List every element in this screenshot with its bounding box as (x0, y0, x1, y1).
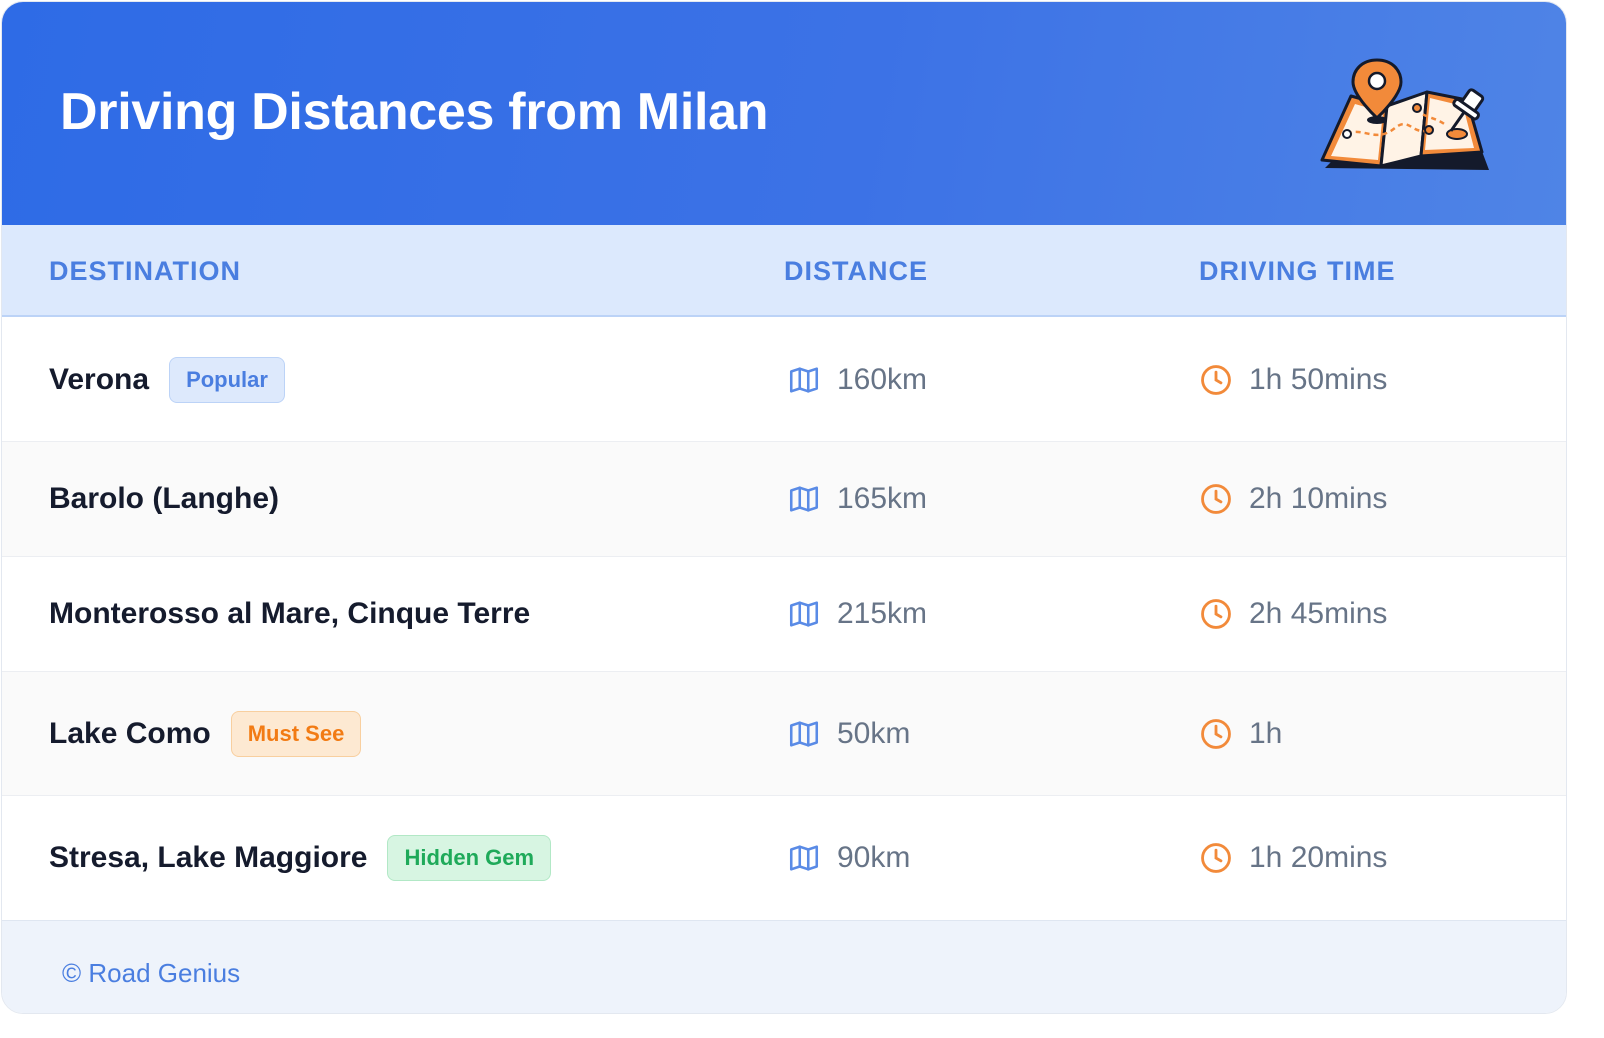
destination-cell: Stresa, Lake Maggiore Hidden Gem (49, 835, 552, 881)
table-row: Verona Popular 160km 1h 50mins (2, 318, 1566, 442)
destination-cell: Barolo (Langhe) (49, 482, 279, 516)
distance-cell: 90km (787, 841, 910, 875)
table-header: DESTINATION DISTANCE DRIVING TIME (2, 225, 1566, 317)
distance-cell: 165km (787, 482, 927, 516)
time-value: 1h 20mins (1249, 841, 1388, 874)
distance-value: 165km (837, 482, 928, 515)
column-header-destination: DESTINATION (49, 256, 241, 286)
time-value: 1h (1249, 716, 1283, 750)
status-badge: Popular (169, 356, 285, 403)
destination-cell: Lake Como Must See (49, 710, 362, 757)
time-cell: 2h 10mins (1199, 482, 1387, 516)
card-footer: © Road Genius (2, 920, 1566, 1013)
clock-icon (1201, 843, 1231, 873)
map-icon (789, 366, 819, 393)
clock-icon (1201, 364, 1231, 395)
status-badge: Hidden Gem (387, 835, 552, 881)
distance-cell: 160km (787, 363, 927, 397)
folded-map-with-pins-icon (1320, 58, 1489, 170)
map-icon (789, 486, 819, 512)
distance-value: 160km (837, 362, 928, 396)
distance-cell: 215km (787, 597, 927, 631)
distance-value: 50km (837, 716, 911, 750)
destination-name: Barolo (Langhe) (49, 482, 279, 515)
column-header-driving-time: DRIVING TIME (1199, 256, 1396, 286)
time-value: 1h 50mins (1249, 362, 1388, 396)
table-row: Monterosso al Mare, Cinque Terre 215km 2… (2, 557, 1566, 672)
time-value: 2h 45mins (1249, 597, 1388, 630)
clock-icon (1201, 599, 1231, 629)
table-row: Stresa, Lake Maggiore Hidden Gem 90km 1h… (2, 796, 1566, 920)
destination-name: Lake Como (49, 716, 211, 750)
status-badge: Must See (230, 710, 362, 757)
distance-cell: 50km (787, 717, 910, 751)
destination-name: Verona (49, 362, 150, 396)
column-header-distance: DISTANCE (784, 256, 929, 286)
destination-cell: Verona Popular (49, 356, 285, 403)
map-icon (789, 845, 819, 871)
table-row: Lake Como Must See 50km 1h (2, 672, 1566, 796)
page-title: Driving Distances from Milan (60, 83, 769, 141)
destination-name: Monterosso al Mare, Cinque Terre (49, 597, 531, 630)
clock-icon (1201, 484, 1231, 514)
map-icon (789, 601, 819, 627)
distance-card: Driving Distances from Milan DESTINATION… (1, 1, 1567, 1014)
card-header: Driving Distances from Milan (2, 2, 1566, 225)
map-icon (789, 720, 819, 747)
copyright-credit: © Road Genius (62, 958, 241, 988)
table-row: Barolo (Langhe) 165km 2h 10mins (2, 442, 1566, 557)
distance-value: 90km (837, 841, 911, 874)
time-cell: 1h 20mins (1199, 841, 1387, 875)
destination-name: Stresa, Lake Maggiore (49, 841, 368, 874)
time-cell: 1h 50mins (1199, 363, 1387, 397)
distance-value: 215km (837, 597, 928, 630)
destination-cell: Monterosso al Mare, Cinque Terre (49, 597, 530, 631)
time-value: 2h 10mins (1249, 482, 1388, 515)
time-cell: 1h (1199, 717, 1282, 751)
clock-icon (1201, 718, 1231, 749)
time-cell: 2h 45mins (1199, 597, 1387, 631)
